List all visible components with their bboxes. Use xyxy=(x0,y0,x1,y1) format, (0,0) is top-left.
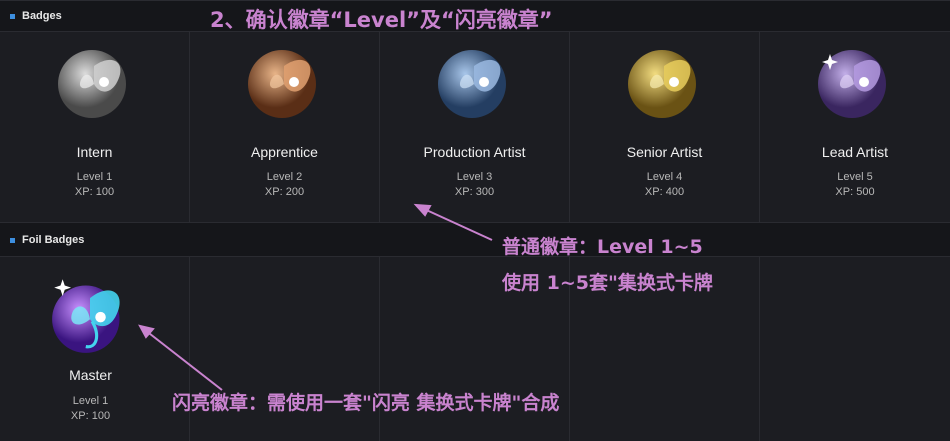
annotation-arrows xyxy=(138,203,493,391)
arrow-to-foil-badge xyxy=(144,329,223,391)
arrow-to-badges xyxy=(421,207,493,241)
arrow-head-icon xyxy=(413,203,432,217)
